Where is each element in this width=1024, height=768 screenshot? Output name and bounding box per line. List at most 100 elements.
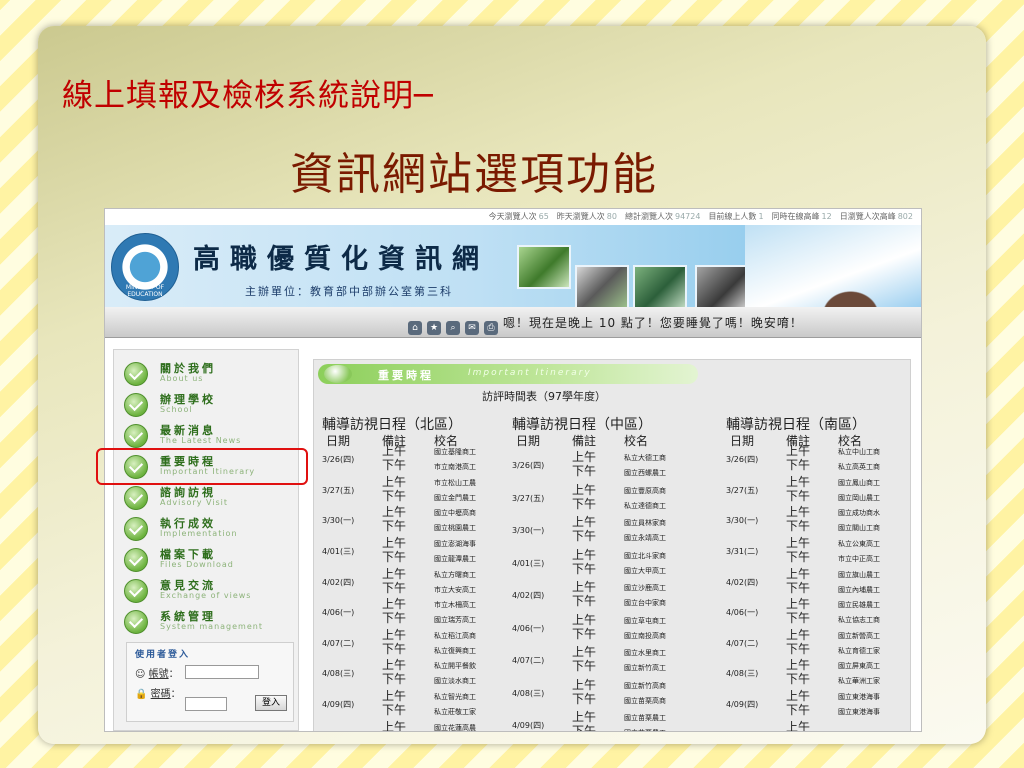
col-header-school: 校名 [624, 434, 649, 448]
row-pm: 下午 [572, 561, 597, 576]
row-school-pm[interactable]: 國立金門農工 [434, 493, 476, 503]
login-button[interactable]: 登入 [255, 695, 287, 711]
sidebar-item-school[interactable]: 辦理學校 School [124, 389, 294, 419]
row-pm: 下午 [786, 641, 811, 656]
row-school-pm[interactable]: 私立華洲工家 [838, 676, 880, 686]
row-school-am[interactable]: 國立新營高工 [838, 631, 880, 641]
schedule-header-cn: 重要時程 [378, 369, 434, 382]
row-school-pm[interactable]: 國立關山工商 [838, 523, 880, 533]
row-school-am[interactable]: 私立智光商工 [434, 692, 476, 702]
row-school-am[interactable]: 國立苗栗農工 [624, 713, 666, 723]
row-school-pm[interactable]: 國立瑞芳高工 [434, 615, 476, 625]
row-date: 3/26(四) [322, 455, 355, 464]
row-school-am[interactable]: 私立大德工商 [624, 453, 666, 463]
row-pm: 下午 [786, 672, 811, 687]
row-school-am[interactable]: 市立木柵高工 [434, 600, 476, 610]
table-row: 4/02(四) 上午 下午 私立方曙商工 市立大安高工 [322, 567, 522, 598]
row-school-pm[interactable]: 私立高英工商 [838, 462, 880, 472]
row-school-pm[interactable]: 國立西螺農工 [624, 468, 666, 478]
row-school-pm[interactable]: 國立東港海事 [838, 707, 880, 717]
print-icon[interactable]: ⎙ [484, 321, 498, 335]
row-school-am[interactable]: 國立屏東高工 [838, 661, 880, 671]
row-school-pm[interactable]: 國立苗栗農工 [624, 728, 666, 731]
row-school-am[interactable]: 國立花蓮高農 [434, 723, 476, 731]
row-school-am[interactable]: 私立中山工商 [838, 447, 880, 457]
row-school-am[interactable]: 私立方曙商工 [434, 570, 476, 580]
row-school-pm[interactable]: 私立達德商工 [624, 501, 666, 511]
row-school-am[interactable]: 國立民雄農工 [838, 600, 880, 610]
row-am: 上午 [572, 580, 597, 594]
row-school-am[interactable]: 國立鳳山商工 [838, 478, 880, 488]
sidebar-item-exchange-views[interactable]: 意見交流 Exchange of views [124, 575, 294, 605]
row-school-am[interactable]: 國立東港海事 [838, 692, 880, 702]
row-school-pm[interactable]: 私立協志工商 [838, 615, 880, 625]
row-school-pm[interactable]: 國立新竹高工 [624, 663, 666, 673]
stat-item: 今天瀏覽人次 65 [489, 212, 549, 221]
row-school-am[interactable]: 私立開平餐飲 [434, 661, 476, 671]
row-date: 4/09(四) [322, 700, 355, 709]
sidebar-item-latest-news[interactable]: 最新消息 The Latest News [124, 420, 294, 450]
row-school-pm[interactable]: 市立中正高工 [838, 554, 880, 564]
sidebar-item-sublabel: The Latest News [160, 436, 242, 445]
row-school-am[interactable]: 國立成功商水 [838, 508, 880, 518]
row-school-pm[interactable]: 國立岡山農工 [838, 493, 880, 503]
row-school-am[interactable]: 國立員林家商 [624, 518, 666, 528]
table-row: 3/27(五) 上午 下午 市立松山工農 國立金門農工 [322, 475, 522, 506]
row-school-am[interactable]: 私立公東高工 [838, 539, 880, 549]
row-pm: 下午 [382, 703, 407, 717]
sidebar-item-system-management[interactable]: 系統管理 System management [124, 606, 294, 636]
row-school-am[interactable]: 私立稻江高商 [434, 631, 476, 641]
row-school-am[interactable]: 國立基隆商工 [434, 447, 476, 457]
row-pm: 下午 [572, 496, 597, 511]
password-input[interactable] [185, 697, 227, 711]
sidebar-item-about-us[interactable]: 關於我們 About us [124, 358, 294, 388]
region-schedule: 輔導訪視日程（中區） 日期 備註 校名 [512, 414, 712, 448]
row-school-am[interactable]: 國立水里商工 [624, 648, 666, 658]
row-am: 上午 [786, 566, 811, 581]
row-school-pm[interactable]: 國立大甲高工 [624, 566, 666, 576]
stat-label: 目前線上人數 [708, 212, 757, 221]
row-school-am[interactable]: 國立草屯商工 [624, 616, 666, 626]
sidebar-item-advisory-visit[interactable]: 諮詢訪視 Advisory Visit [124, 482, 294, 512]
row-school-pm[interactable]: 國立淡水商工 [434, 676, 476, 686]
row-pm: 下午 [572, 626, 597, 641]
row-am: 上午 [572, 450, 597, 464]
row-school-am[interactable]: 國立澎湖海事 [434, 539, 476, 549]
row-school-pm[interactable]: 國立內埔農工 [838, 585, 880, 595]
row-school-am[interactable]: 市立松山工農 [434, 478, 476, 488]
row-school-am[interactable]: 國立新竹高商 [624, 681, 666, 691]
row-school-pm[interactable]: 國立龍潭農工 [434, 554, 476, 564]
row-school-pm[interactable]: 私立復興商工 [434, 646, 476, 656]
banner-photo [695, 265, 749, 307]
sidebar-item-sublabel: About us [160, 374, 204, 383]
row-school-am[interactable]: 國立北斗家商 [624, 551, 666, 561]
banner-photo [575, 265, 629, 307]
row-school-pm[interactable]: 私立莊敬工家 [434, 707, 476, 717]
banner-hero-image [745, 225, 921, 307]
row-school-am[interactable]: 國立旗山農工 [838, 570, 880, 580]
col-header-note: 備註 [572, 434, 597, 448]
row-school-am[interactable]: 國立中壢高商 [434, 508, 476, 518]
row-school-pm[interactable]: 市立南港高工 [434, 462, 476, 472]
mail-icon[interactable]: ✉ [465, 321, 479, 335]
bookmark-icon[interactable]: ★ [427, 321, 441, 335]
row-school-pm[interactable]: 國立桃園農工 [434, 523, 476, 533]
table-row: 4/06(一) 上午 下午 國立草屯商工 國立南投高商 [512, 613, 712, 644]
row-am: 上午 [382, 535, 407, 550]
search-icon[interactable]: ⌕ [446, 321, 460, 335]
sidebar-item-implementation[interactable]: 執行成效 Implementation [124, 513, 294, 543]
row-date: 3/30(一) [726, 516, 759, 526]
sidebar-item-files-download[interactable]: 檔案下載 Files Download [124, 544, 294, 574]
row-school-am[interactable]: 國立沙鹿高工 [624, 583, 666, 593]
row-school-pm[interactable]: 國立南投高商 [624, 631, 666, 641]
row-school-am[interactable]: 國立豐原高商 [624, 486, 666, 496]
row-school-pm[interactable]: 私立育德工家 [838, 646, 880, 656]
row-school-pm[interactable]: 市立大安高工 [434, 585, 476, 595]
row-school-pm[interactable]: 國立永靖高工 [624, 533, 666, 543]
row-am: 上午 [786, 535, 811, 550]
home-icon[interactable]: ⌂ [408, 321, 422, 335]
account-input[interactable] [185, 665, 259, 679]
row-school-pm[interactable]: 國立苗栗高商 [624, 696, 666, 706]
table-row: 4/07(二) 上午 下午 國立水里商工 國立新竹高工 [512, 645, 712, 676]
row-school-pm[interactable]: 國立台中家商 [624, 598, 666, 608]
